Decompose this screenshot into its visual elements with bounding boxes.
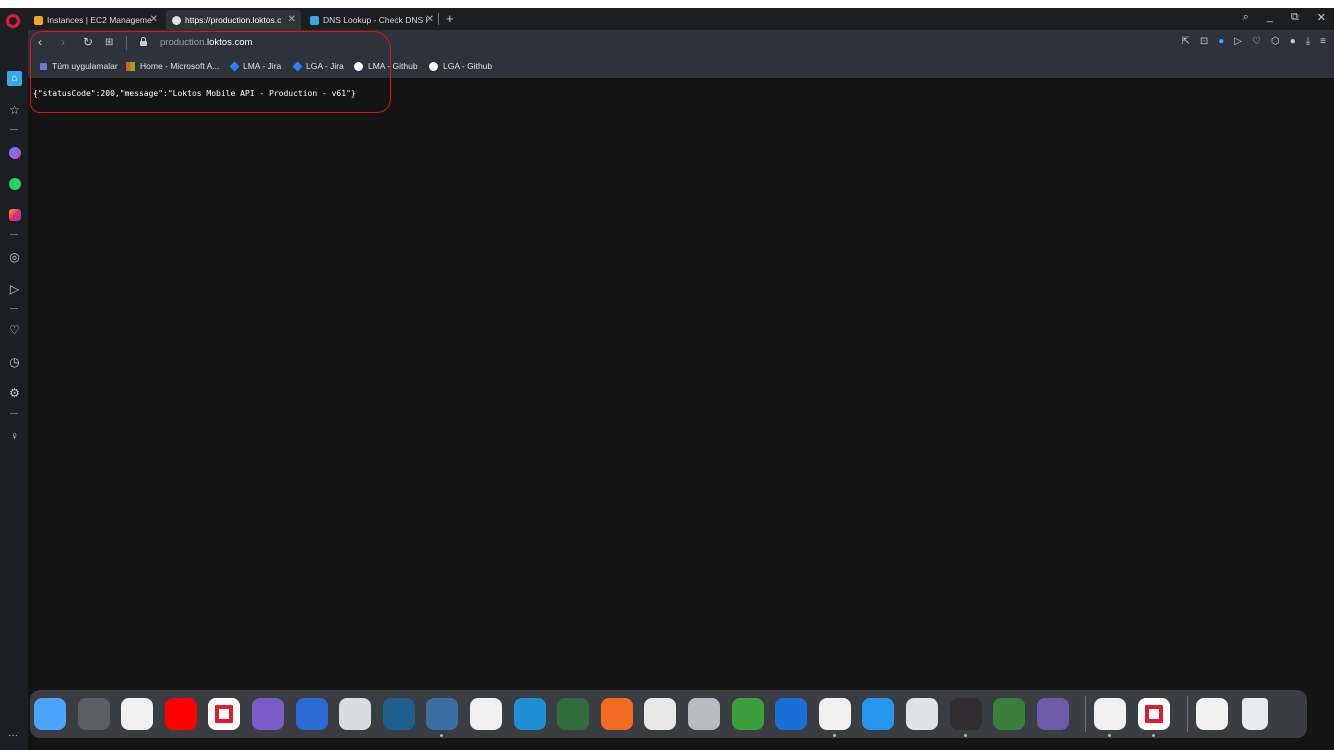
tab-title: DNS Lookup - Check DNS I [323, 15, 428, 25]
tab-separator [438, 13, 439, 25]
visual-studio-icon[interactable] [252, 698, 284, 730]
settings-icon[interactable] [77, 698, 110, 730]
close-icon[interactable]: ✕ [426, 14, 434, 25]
heart-icon[interactable]: ♡ [1252, 36, 1261, 47]
launchpad-icon[interactable] [121, 698, 154, 730]
close-icon[interactable]: ✕ [150, 14, 158, 25]
opera-sidebar: ⌂ ☆ ◎ ▷ ♡ ◷ ⚙ ♀ ··· [0, 8, 28, 750]
running-indicator [963, 734, 967, 737]
dock-separator [1186, 696, 1188, 732]
toolbar-actions: ⇱ ⊡ ● ▷ ♡ ⬡ ● ⤓ ≡ [1181, 36, 1326, 47]
top-border [0, 0, 1334, 8]
flow-icon[interactable]: ▷ [7, 281, 22, 296]
close-icon[interactable]: ✕ [288, 14, 296, 25]
docker-icon[interactable] [862, 698, 895, 730]
github-icon [429, 61, 438, 71]
bookmark-label: LGA - Github [443, 61, 493, 71]
red-annotation-outline [30, 31, 391, 113]
running-indicator [1152, 734, 1155, 737]
messenger-icon[interactable] [7, 145, 22, 160]
running-indicator [832, 734, 836, 737]
unity-icon[interactable] [688, 698, 720, 730]
running-indicator [440, 734, 444, 737]
opera-icon[interactable] [1138, 698, 1170, 730]
window-controls: ⌕ _ ⧉ ✕ [1243, 11, 1326, 24]
slack-icon[interactable] [470, 698, 502, 730]
speed-dial-icon[interactable]: ☆ [7, 102, 22, 117]
obs-icon[interactable] [949, 698, 982, 730]
whatsapp-icon[interactable] [7, 176, 22, 191]
page-content: {"statusCode":200,"message":"Loktos Mobi… [28, 78, 1334, 750]
shield-icon[interactable]: ● [1218, 36, 1224, 47]
dock-separator [1085, 696, 1087, 732]
more-icon[interactable]: ··· [8, 730, 18, 741]
sidebar-separator [10, 129, 18, 130]
youtube-icon[interactable] [164, 698, 197, 730]
git-icon[interactable] [339, 698, 372, 730]
android-studio-icon[interactable] [557, 698, 590, 730]
share-icon[interactable]: ⇱ [1181, 36, 1189, 47]
close-window-icon[interactable]: ✕ [1317, 11, 1326, 24]
finder-icon[interactable] [34, 698, 66, 730]
tab-title: Instances | EC2 Manageme [47, 15, 152, 25]
bookmark-lga-github[interactable]: LGA - Github [429, 61, 492, 71]
bluestacks-icon[interactable] [731, 698, 764, 730]
music-player-icon[interactable]: ◎ [7, 249, 22, 264]
search-tabs-icon[interactable]: ⌕ [1243, 11, 1249, 24]
home-icon[interactable]: ⌂ [7, 71, 22, 86]
easy-setup-icon[interactable]: ≡ [1320, 36, 1326, 47]
extensions-icon[interactable]: ⬡ [1271, 36, 1280, 47]
dns-icon [310, 15, 319, 25]
history-icon[interactable]: ◷ [7, 354, 22, 369]
aws-icon [34, 15, 43, 25]
sidebar-separator [10, 308, 18, 309]
settings-icon[interactable]: ⚙ [7, 385, 22, 400]
windows-icon[interactable] [1195, 698, 1228, 730]
remote-icon[interactable] [775, 698, 808, 730]
instagram-icon[interactable] [7, 207, 22, 222]
send-icon[interactable]: ▷ [1234, 36, 1242, 47]
download-icon[interactable]: ⤓ [1306, 36, 1310, 47]
network-icon[interactable] [382, 698, 415, 730]
avatar-icon[interactable] [1036, 698, 1069, 730]
trash-icon[interactable] [1242, 698, 1269, 730]
new-tab-icon[interactable]: + [446, 11, 454, 26]
tab-bar: Instances | EC2 Manageme ✕ https://produ… [28, 8, 1334, 30]
sidebar-separator [10, 234, 18, 235]
paint-icon[interactable] [644, 698, 677, 730]
restore-icon[interactable]: ⧉ [1291, 11, 1299, 24]
dock [30, 690, 1307, 738]
slack-icon[interactable] [1094, 698, 1127, 730]
tab-dns-lookup[interactable]: DNS Lookup - Check DNS I ✕ [304, 10, 439, 30]
sidebar-separator [10, 413, 18, 414]
profile-icon[interactable]: ● [1290, 36, 1296, 47]
satellite-icon[interactable] [818, 698, 851, 730]
gimp-icon[interactable] [906, 698, 938, 730]
minimize-icon[interactable]: _ [1267, 11, 1273, 24]
running-indicator [1108, 734, 1112, 737]
opera-icon[interactable] [208, 698, 241, 730]
globe-icon [172, 15, 181, 25]
opera-logo-icon[interactable] [6, 14, 20, 28]
tab-production[interactable]: https://production.loktos.c ✕ [166, 10, 301, 30]
vscode-icon[interactable] [513, 698, 546, 730]
postman-alt-icon[interactable] [600, 698, 633, 730]
snapshot-icon[interactable]: ⊡ [1200, 36, 1208, 47]
postman-icon[interactable] [426, 698, 459, 730]
vpn-icon[interactable] [993, 698, 1026, 730]
tab-title: https://production.loktos.c [185, 15, 282, 25]
tips-icon[interactable]: ♀ [7, 428, 22, 443]
bookmarks-heart-icon[interactable]: ♡ [7, 322, 22, 337]
audio-icon[interactable] [295, 698, 328, 730]
tab-ec2[interactable]: Instances | EC2 Manageme ✕ [28, 10, 163, 30]
